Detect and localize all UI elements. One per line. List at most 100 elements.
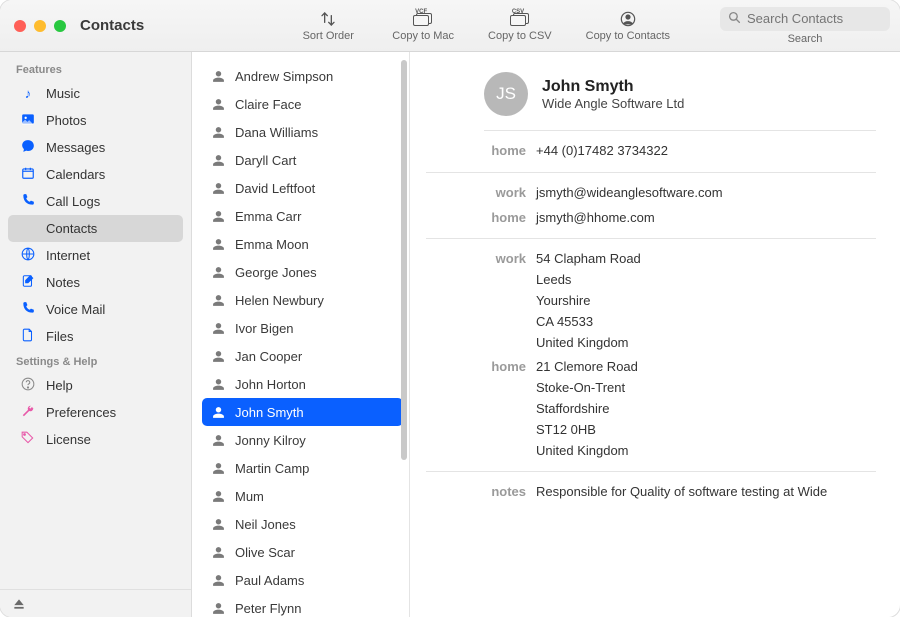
phone-value[interactable]: +44 (0)17482 3734322 bbox=[536, 141, 668, 162]
phone-voicemail-icon bbox=[20, 301, 36, 318]
person-icon bbox=[212, 70, 225, 83]
contact-row[interactable]: Emma Moon bbox=[202, 230, 403, 258]
contact-row[interactable]: Olive Scar bbox=[202, 538, 403, 566]
contact-row[interactable]: Paul Adams bbox=[202, 566, 403, 594]
sidebar-item-messages[interactable]: Messages bbox=[8, 134, 183, 161]
vcf-card-icon: VCF bbox=[413, 10, 433, 28]
contact-row[interactable]: Jonny Kilroy bbox=[202, 426, 403, 454]
globe-icon bbox=[20, 247, 36, 264]
contact-row[interactable]: Jan Cooper bbox=[202, 342, 403, 370]
csv-card-icon: CSV bbox=[510, 10, 530, 28]
sidebar-item-license[interactable]: License bbox=[8, 426, 183, 453]
sidebar-item-help[interactable]: Help bbox=[8, 372, 183, 399]
copy-to-csv-button[interactable]: CSV Copy to CSV bbox=[488, 10, 552, 42]
contact-row-name: Claire Face bbox=[235, 97, 301, 112]
wrench-icon bbox=[20, 404, 36, 421]
contact-row[interactable]: Ivor Bigen bbox=[202, 314, 403, 342]
contact-row[interactable]: Helen Newbury bbox=[202, 286, 403, 314]
address-value: 54 Clapham Road Leeds Yourshire CA 45533… bbox=[536, 249, 641, 353]
copy-to-mac-button[interactable]: VCF Copy to Mac bbox=[392, 10, 454, 42]
email-row-home: home jsmyth@hhome.com bbox=[426, 206, 876, 231]
close-window-button[interactable] bbox=[14, 20, 26, 32]
scrollbar-thumb[interactable] bbox=[401, 60, 407, 460]
phone-row: home +44 (0)17482 3734322 bbox=[426, 139, 876, 164]
sidebar-item-notes[interactable]: Notes bbox=[8, 269, 183, 296]
contact-row-name: David Leftfoot bbox=[235, 181, 315, 196]
zoom-window-button[interactable] bbox=[54, 20, 66, 32]
contact-row-name: Peter Flynn bbox=[235, 601, 301, 616]
sidebar-item-contacts[interactable]: Contacts bbox=[8, 215, 183, 242]
contact-row[interactable]: Claire Face bbox=[202, 90, 403, 118]
contact-row[interactable]: Mum bbox=[202, 482, 403, 510]
sidebar-section-settings: Settings & Help bbox=[0, 350, 191, 372]
sidebar-item-preferences[interactable]: Preferences bbox=[8, 399, 183, 426]
contact-row-name: Paul Adams bbox=[235, 573, 304, 588]
phone-icon bbox=[20, 193, 36, 210]
window-controls bbox=[14, 20, 66, 32]
person-icon bbox=[212, 518, 225, 531]
sidebar-section-features: Features bbox=[0, 58, 191, 80]
contact-row-name: Jan Cooper bbox=[235, 349, 302, 364]
contact-row-name: Dana Williams bbox=[235, 125, 318, 140]
address-row-work: work 54 Clapham Road Leeds Yourshire CA … bbox=[426, 247, 876, 355]
sidebar-item-voice-mail[interactable]: Voice Mail bbox=[8, 296, 183, 323]
address-value: 21 Clemore Road Stoke-On-Trent Staffords… bbox=[536, 357, 638, 461]
contacts-list[interactable]: Andrew Simpson Claire Face Dana Williams Da… bbox=[192, 52, 409, 617]
contact-row-name: Helen Newbury bbox=[235, 293, 324, 308]
email-value[interactable]: jsmyth@wideanglesoftware.com bbox=[536, 183, 723, 204]
note-pencil-icon bbox=[20, 274, 36, 291]
sidebar-item-music[interactable]: ♪ Music bbox=[8, 80, 183, 107]
person-icon bbox=[212, 154, 225, 167]
detail-header: JS John Smyth Wide Angle Software Ltd bbox=[484, 72, 876, 131]
person-icon bbox=[212, 462, 225, 475]
contact-row[interactable]: Neil Jones bbox=[202, 510, 403, 538]
minimize-window-button[interactable] bbox=[34, 20, 46, 32]
contact-row[interactable]: Peter Flynn bbox=[202, 594, 403, 617]
contact-row[interactable]: John Horton bbox=[202, 370, 403, 398]
sidebar-footer bbox=[0, 589, 191, 617]
person-icon bbox=[212, 322, 225, 335]
copy-to-contacts-button[interactable]: Copy to Contacts bbox=[586, 10, 670, 42]
contact-row[interactable]: David Leftfoot bbox=[202, 174, 403, 202]
contact-row[interactable]: Martin Camp bbox=[202, 454, 403, 482]
person-icon bbox=[212, 406, 225, 419]
search-input-wrapper[interactable] bbox=[720, 7, 890, 31]
tag-icon bbox=[20, 431, 36, 448]
sidebar-item-calendars[interactable]: Calendars bbox=[8, 161, 183, 188]
main-body: Features ♪ Music Photos Messages bbox=[0, 52, 900, 617]
email-row-work: work jsmyth@wideanglesoftware.com bbox=[426, 181, 876, 206]
contact-row[interactable]: Dana Williams bbox=[202, 118, 403, 146]
question-circle-icon bbox=[20, 377, 36, 394]
contact-row[interactable]: Emma Carr bbox=[202, 202, 403, 230]
contact-row-name: Neil Jones bbox=[235, 517, 296, 532]
contact-row-name: Martin Camp bbox=[235, 461, 309, 476]
email-value[interactable]: jsmyth@hhome.com bbox=[536, 208, 655, 229]
person-icon bbox=[212, 210, 225, 223]
address-section: work 54 Clapham Road Leeds Yourshire CA … bbox=[426, 239, 876, 472]
contact-row-name: Mum bbox=[235, 489, 264, 504]
document-icon bbox=[20, 328, 36, 345]
sidebar-item-files[interactable]: Files bbox=[8, 323, 183, 350]
contact-row-name: Ivor Bigen bbox=[235, 321, 294, 336]
app-window: Contacts Sort Order VCF Copy to Mac CSV … bbox=[0, 0, 900, 617]
person-icon bbox=[212, 434, 225, 447]
chat-bubble-icon bbox=[20, 139, 36, 156]
contact-row-name: Olive Scar bbox=[235, 545, 295, 560]
contact-circle-icon bbox=[620, 10, 636, 28]
toolbar: Contacts Sort Order VCF Copy to Mac CSV … bbox=[0, 0, 900, 52]
contact-row[interactable]: Andrew Simpson bbox=[202, 62, 403, 90]
address-row-home: home 21 Clemore Road Stoke-On-Trent Staf… bbox=[426, 355, 876, 463]
sidebar-item-internet[interactable]: Internet bbox=[8, 242, 183, 269]
person-icon bbox=[212, 126, 225, 139]
contact-row[interactable]: George Jones bbox=[202, 258, 403, 286]
search-input[interactable] bbox=[747, 11, 882, 26]
eject-icon[interactable] bbox=[12, 597, 26, 611]
sidebar: Features ♪ Music Photos Messages bbox=[0, 52, 192, 617]
sidebar-item-photos[interactable]: Photos bbox=[8, 107, 183, 134]
contact-row[interactable]: Daryll Cart bbox=[202, 146, 403, 174]
contact-row[interactable]: John Smyth bbox=[202, 398, 403, 426]
person-icon bbox=[212, 98, 225, 111]
phone-section: home +44 (0)17482 3734322 bbox=[426, 131, 876, 173]
sidebar-item-call-logs[interactable]: Call Logs bbox=[8, 188, 183, 215]
sort-order-button[interactable]: Sort Order bbox=[298, 10, 358, 42]
